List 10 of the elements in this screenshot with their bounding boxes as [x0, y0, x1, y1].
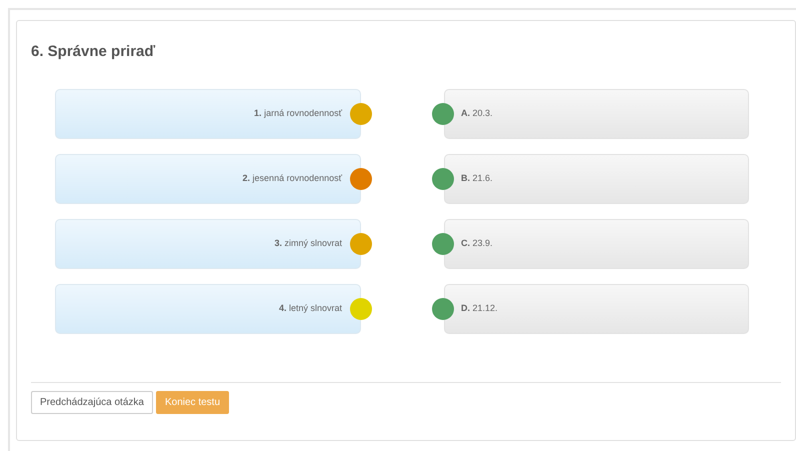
question-title: 6. Správne priraď: [31, 42, 156, 62]
previous-question-button[interactable]: Predchádzajúca otázka: [31, 390, 153, 414]
match-item[interactable]: 2. jesenná rovnodennosť: [55, 154, 361, 204]
match-item[interactable]: 1. jarná rovnodennosť: [55, 88, 361, 138]
match-item[interactable]: C. 23.9.: [444, 218, 749, 268]
match-item[interactable]: B. 21.6.: [444, 154, 749, 204]
match-item[interactable]: D. 21.12.: [444, 284, 749, 334]
match-item[interactable]: A. 20.3.: [444, 88, 749, 138]
match-item[interactable]: 3. zimný slnovrat: [55, 218, 361, 268]
match-item[interactable]: 4. letný slnovrat: [55, 284, 361, 334]
